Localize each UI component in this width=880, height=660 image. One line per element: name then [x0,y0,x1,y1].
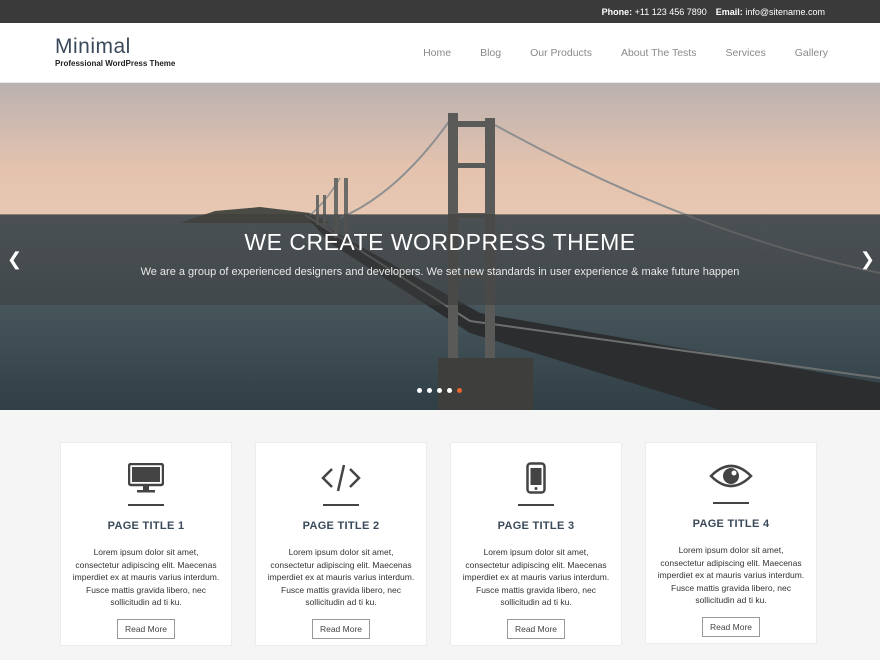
hero-slider: WE CREATE WORDPRESS THEME We are a group… [0,83,880,410]
slider-dot-1[interactable] [417,388,422,393]
phone-info: Phone: +11 123 456 7890 [602,7,707,17]
site-title[interactable]: Minimal [55,35,175,59]
code-icon [256,459,426,497]
card-title: PAGE TITLE 3 [497,520,575,532]
site-tagline: Professional WordPress Theme [55,59,176,68]
card-body: Lorem ipsum dolor sit amet, consectetur … [267,547,415,607]
read-more-button[interactable]: Read More [701,616,761,637]
slider-dot-5[interactable] [457,388,462,393]
caption-band [0,214,880,305]
title-divider [323,504,359,506]
title-divider [518,504,554,506]
chevron-right-icon[interactable]: ❯ [860,249,875,269]
phone-number[interactable]: +11 123 456 7890 [635,7,707,17]
card-title: PAGE TITLE 1 [107,520,185,532]
monitor-icon [61,459,231,497]
read-more-button[interactable]: Read More [506,618,566,639]
read-more-button[interactable]: Read More [311,618,371,639]
site-header: Minimal Professional WordPress Theme Hom… [0,23,880,83]
eye-icon [646,457,816,495]
chevron-left-icon[interactable]: ❮ [7,249,22,269]
slider-heading: WE CREATE WORDPRESS THEME [244,229,636,255]
card-title: PAGE TITLE 4 [692,518,770,530]
phone-label: Phone: [601,6,633,17]
title-divider [128,504,164,506]
card-body: Lorem ipsum dolor sit amet, consectetur … [72,547,220,607]
email-info: Email: info@sitename.com [716,7,825,17]
email-address[interactable]: info@sitename.com [745,7,825,17]
feature-card-3: PAGE TITLE 3 Lorem ipsum dolor sit amet,… [450,442,622,646]
card-body: Lorem ipsum dolor sit amet, consectetur … [462,547,610,607]
nav-our-products[interactable]: Our Products [530,47,592,59]
slider-subheading: We are a group of experienced designers … [140,266,740,278]
card-title: PAGE TITLE 2 [302,520,380,532]
feature-card-2: PAGE TITLE 2 Lorem ipsum dolor sit amet,… [255,442,427,646]
slider-pagination [417,388,467,393]
top-bar: Phone: +11 123 456 7890 Email: info@site… [0,0,880,23]
site-logo[interactable]: Minimal Professional WordPress Theme [55,35,175,68]
nav-blog[interactable]: Blog [480,47,501,59]
feature-card-4: PAGE TITLE 4 Lorem ipsum dolor sit amet,… [645,442,817,644]
features-section: PAGE TITLE 1 Lorem ipsum dolor sit amet,… [0,442,880,652]
nav-about-the-tests[interactable]: About The Tests [621,47,697,59]
nav-services[interactable]: Services [725,47,765,59]
slider-dot-4[interactable] [447,388,452,393]
read-more-button[interactable]: Read More [116,618,176,639]
nav-gallery[interactable]: Gallery [795,47,828,59]
slider-dot-3[interactable] [437,388,442,393]
email-label: Email: [715,6,743,17]
title-divider [713,502,749,504]
feature-card-1: PAGE TITLE 1 Lorem ipsum dolor sit amet,… [60,442,232,646]
mobile-icon [451,459,621,497]
slider-dot-2[interactable] [427,388,432,393]
card-body: Lorem ipsum dolor sit amet, consectetur … [657,545,805,605]
nav-home[interactable]: Home [423,47,451,59]
main-nav: Home Blog Our Products About The Tests S… [394,23,828,83]
